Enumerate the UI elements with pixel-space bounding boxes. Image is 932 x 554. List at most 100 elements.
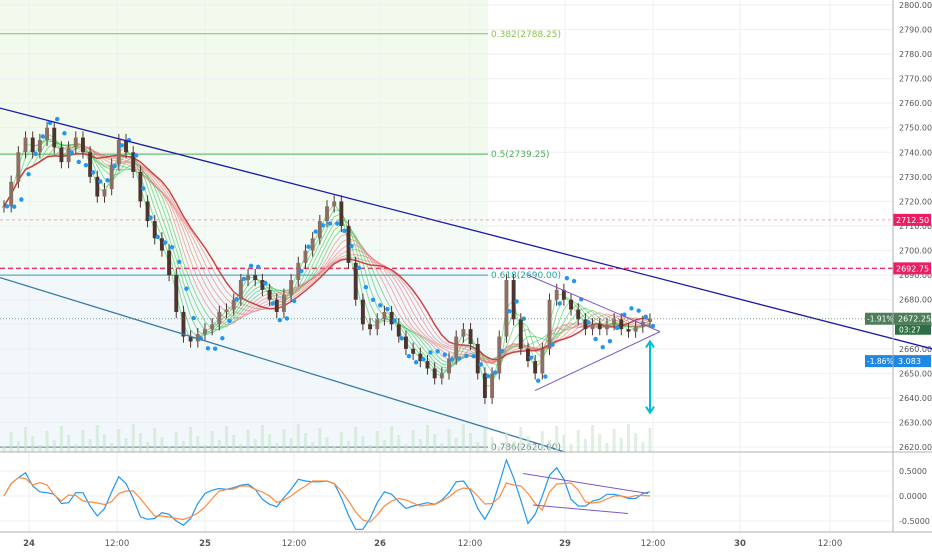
indicator-dot [557, 301, 562, 306]
indicator-dot [112, 163, 117, 169]
candle-body [346, 226, 351, 263]
indicator-dot [342, 228, 347, 234]
indicator-dot [356, 265, 361, 271]
x-tick-label: 12:00 [641, 539, 666, 549]
candle-body [533, 361, 538, 374]
indicator-dot [442, 352, 448, 357]
candle-body [526, 348, 530, 362]
price-marker-sub: 03:27 [899, 326, 921, 335]
indicator-dot [241, 276, 247, 282]
candle-body [368, 324, 373, 330]
candle-body [116, 140, 121, 165]
y-tick-label: 2740.00 [899, 148, 932, 157]
candle-body [238, 280, 243, 300]
indicator-dot [119, 143, 125, 148]
indicator-dot [514, 299, 519, 304]
volume-bar [519, 427, 523, 452]
volume-bar [583, 439, 587, 452]
candle-body [210, 324, 215, 330]
volume-bar [296, 424, 300, 452]
volume-bar [347, 441, 351, 452]
candle-body [260, 280, 265, 290]
price-chart[interactable]: 2800.00 2790.00 2780.00 2770.00 2760.00 2750.… [0, 0, 932, 550]
y-tick-label: 2750.00 [899, 124, 932, 133]
x-tick-label: 12:00 [818, 539, 843, 549]
candle-body [52, 127, 57, 148]
y-tick-label: 2720.00 [899, 197, 932, 206]
volume-bar [225, 426, 229, 452]
fib-label: 0.5(2739.25) [491, 150, 550, 160]
y-tick-label: 2770.00 [899, 75, 932, 84]
volume-bar [167, 446, 171, 452]
volume-bar [31, 436, 35, 452]
volume-bar [174, 432, 178, 452]
indicator-dot [234, 297, 239, 302]
y-tick-label: 2780.00 [899, 50, 932, 59]
volume-bar [67, 435, 71, 452]
indicator-dot [263, 280, 268, 286]
level-tag-label: 2712.50 [896, 216, 929, 225]
indicator-dot [227, 318, 232, 324]
volume-bar [102, 434, 106, 452]
candle-body [174, 275, 179, 312]
candle-body [375, 319, 380, 330]
indicator-dot [500, 348, 505, 354]
volume-bar [59, 426, 63, 452]
volume-bar [181, 441, 185, 452]
volume-bar [483, 428, 487, 452]
volume-bar [361, 436, 365, 452]
indicator-dot [478, 362, 483, 367]
oscillator-line-1 [3, 477, 651, 523]
indicator-dot [141, 186, 146, 191]
candle-body [181, 311, 186, 337]
volume-bar [382, 440, 386, 452]
indicator-dot [4, 204, 10, 209]
indicator-dot [471, 353, 476, 359]
indicator-dot [421, 357, 426, 362]
volume-bar [605, 443, 609, 452]
candle-body [626, 329, 631, 332]
indicator-dot [363, 284, 369, 290]
y-tick-label: 2680.00 [899, 296, 932, 305]
volume-bar [497, 446, 501, 452]
indicator-dot [349, 243, 354, 249]
candle-body [16, 152, 21, 182]
y-tick-label: 2620.00 [899, 443, 932, 452]
volume-bar [411, 430, 415, 452]
volume-bar [117, 429, 121, 452]
indicator-dot [629, 306, 634, 311]
indicator-dot [378, 303, 383, 308]
y-tick-label: 2700.00 [899, 247, 932, 256]
candle-body [310, 238, 315, 251]
volume-bar [275, 443, 279, 452]
y-tick-label: 2630.00 [899, 419, 932, 428]
candle-body [619, 319, 624, 330]
x-tick-label: 29 [559, 539, 571, 549]
indicator-dot [464, 353, 469, 358]
candle-body [389, 311, 394, 325]
y-tick-label: 2640.00 [899, 394, 932, 403]
volume-bar [239, 444, 243, 452]
candle-body [303, 250, 308, 263]
indicator-dot [169, 244, 175, 250]
indicator-dot [600, 344, 605, 350]
volume-bar [325, 437, 329, 452]
candle-body [583, 319, 588, 330]
candle-body [461, 329, 466, 337]
indicator-dot [406, 353, 412, 359]
indicator-dot [26, 171, 31, 177]
volume-bar [418, 439, 422, 452]
candle-body [159, 238, 164, 251]
indicator-dot [184, 286, 189, 291]
candle-body [9, 181, 14, 207]
volume-bar [562, 435, 566, 452]
volume-bar [24, 427, 28, 452]
candle-body [590, 324, 595, 330]
volume-bar [526, 436, 530, 452]
volume-bar [303, 433, 307, 452]
x-tick-label: 25 [199, 539, 211, 549]
volume-bar [512, 441, 516, 452]
candle-body [454, 336, 459, 359]
volume-bar [612, 429, 616, 452]
volume-bar [404, 444, 408, 452]
